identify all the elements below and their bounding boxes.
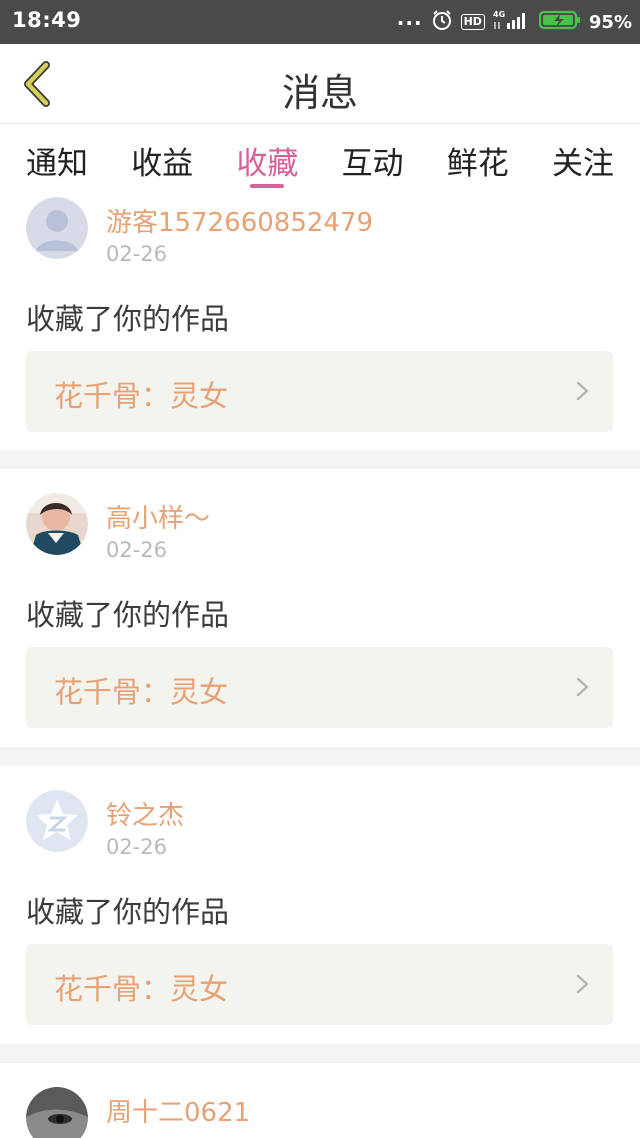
tab-bar: 通知 收益 收藏 互动 鲜花 关注 bbox=[0, 124, 640, 192]
app-header: 消息 bbox=[0, 44, 640, 124]
tab-interactions[interactable]: 互动 bbox=[342, 124, 404, 192]
avatar[interactable] bbox=[26, 493, 88, 555]
network-type-label: 4G bbox=[493, 10, 505, 19]
tab-label: 通知 bbox=[26, 146, 88, 182]
tab-label: 鲜花 bbox=[446, 146, 509, 182]
message-date: 02-26 bbox=[106, 242, 168, 266]
message-action-text: 收藏了你的作品 bbox=[26, 302, 230, 336]
message-card: 周十二0621 bbox=[0, 1063, 640, 1138]
tab-flowers[interactable]: 鲜花 bbox=[447, 124, 509, 192]
tab-label: 关注 bbox=[551, 146, 614, 182]
card-divider bbox=[0, 747, 640, 766]
username[interactable]: 周十二0621 bbox=[106, 1092, 250, 1129]
tab-label: 互动 bbox=[341, 146, 404, 182]
username[interactable]: 铃之杰 bbox=[106, 795, 184, 832]
photo-avatar-icon bbox=[26, 1087, 88, 1138]
work-title: 花千骨：灵女 bbox=[54, 972, 229, 1006]
message-date: 02-26 bbox=[106, 538, 168, 562]
photo-avatar-icon bbox=[26, 493, 88, 555]
battery-percent: 95% bbox=[588, 11, 632, 33]
hd-icon: HD bbox=[460, 14, 485, 30]
chevron-right-icon bbox=[576, 381, 589, 401]
tab-notifications[interactable]: 通知 bbox=[26, 124, 88, 192]
page-title: 消息 bbox=[281, 71, 358, 115]
message-feed: 游客1572660852479 02-26 收藏了你的作品 花千骨：灵女 高小样… bbox=[0, 192, 640, 1138]
avatar[interactable] bbox=[26, 790, 88, 852]
qzone-star-avatar-icon bbox=[26, 790, 88, 852]
tab-earnings[interactable]: 收益 bbox=[131, 124, 193, 192]
alarm-clock-icon bbox=[431, 9, 453, 35]
default-user-avatar-icon bbox=[26, 197, 88, 259]
message-card: 铃之杰 02-26 收藏了你的作品 花千骨：灵女 bbox=[0, 766, 640, 1044]
avatar[interactable] bbox=[26, 1087, 88, 1138]
work-title: 花千骨：灵女 bbox=[54, 379, 229, 413]
more-notifications-icon: ... bbox=[396, 6, 423, 30]
username[interactable]: 高小样～ bbox=[106, 498, 210, 535]
work-title: 花千骨：灵女 bbox=[54, 675, 229, 709]
message-action-text: 收藏了你的作品 bbox=[26, 598, 230, 632]
signal-icon: 4G bbox=[493, 9, 531, 35]
tab-active-indicator bbox=[250, 184, 285, 188]
work-link[interactable]: 花千骨：灵女 bbox=[26, 647, 613, 728]
card-divider bbox=[0, 1044, 640, 1063]
card-divider bbox=[0, 450, 640, 469]
status-bar: 18:49 ... HD 4G 95% bbox=[0, 0, 640, 44]
work-link[interactable]: 花千骨：灵女 bbox=[26, 351, 613, 432]
message-action-text: 收藏了你的作品 bbox=[26, 895, 230, 929]
message-card: 游客1572660852479 02-26 收藏了你的作品 花千骨：灵女 bbox=[0, 192, 640, 450]
username[interactable]: 游客1572660852479 bbox=[106, 202, 373, 239]
work-link[interactable]: 花千骨：灵女 bbox=[26, 944, 613, 1025]
battery-icon bbox=[538, 9, 581, 35]
message-date: 02-26 bbox=[106, 835, 168, 859]
chevron-right-icon bbox=[576, 974, 589, 994]
tab-follows[interactable]: 关注 bbox=[552, 124, 614, 192]
status-time: 18:49 bbox=[12, 8, 82, 32]
chevron-right-icon bbox=[576, 677, 589, 697]
message-card: 高小样～ 02-26 收藏了你的作品 花千骨：灵女 bbox=[0, 469, 640, 747]
tab-label: 收益 bbox=[131, 146, 194, 182]
status-icons: ... HD 4G 95% bbox=[397, 0, 632, 44]
tab-favorites[interactable]: 收藏 bbox=[236, 124, 298, 192]
tab-label: 收藏 bbox=[236, 146, 299, 182]
avatar[interactable] bbox=[26, 197, 88, 259]
